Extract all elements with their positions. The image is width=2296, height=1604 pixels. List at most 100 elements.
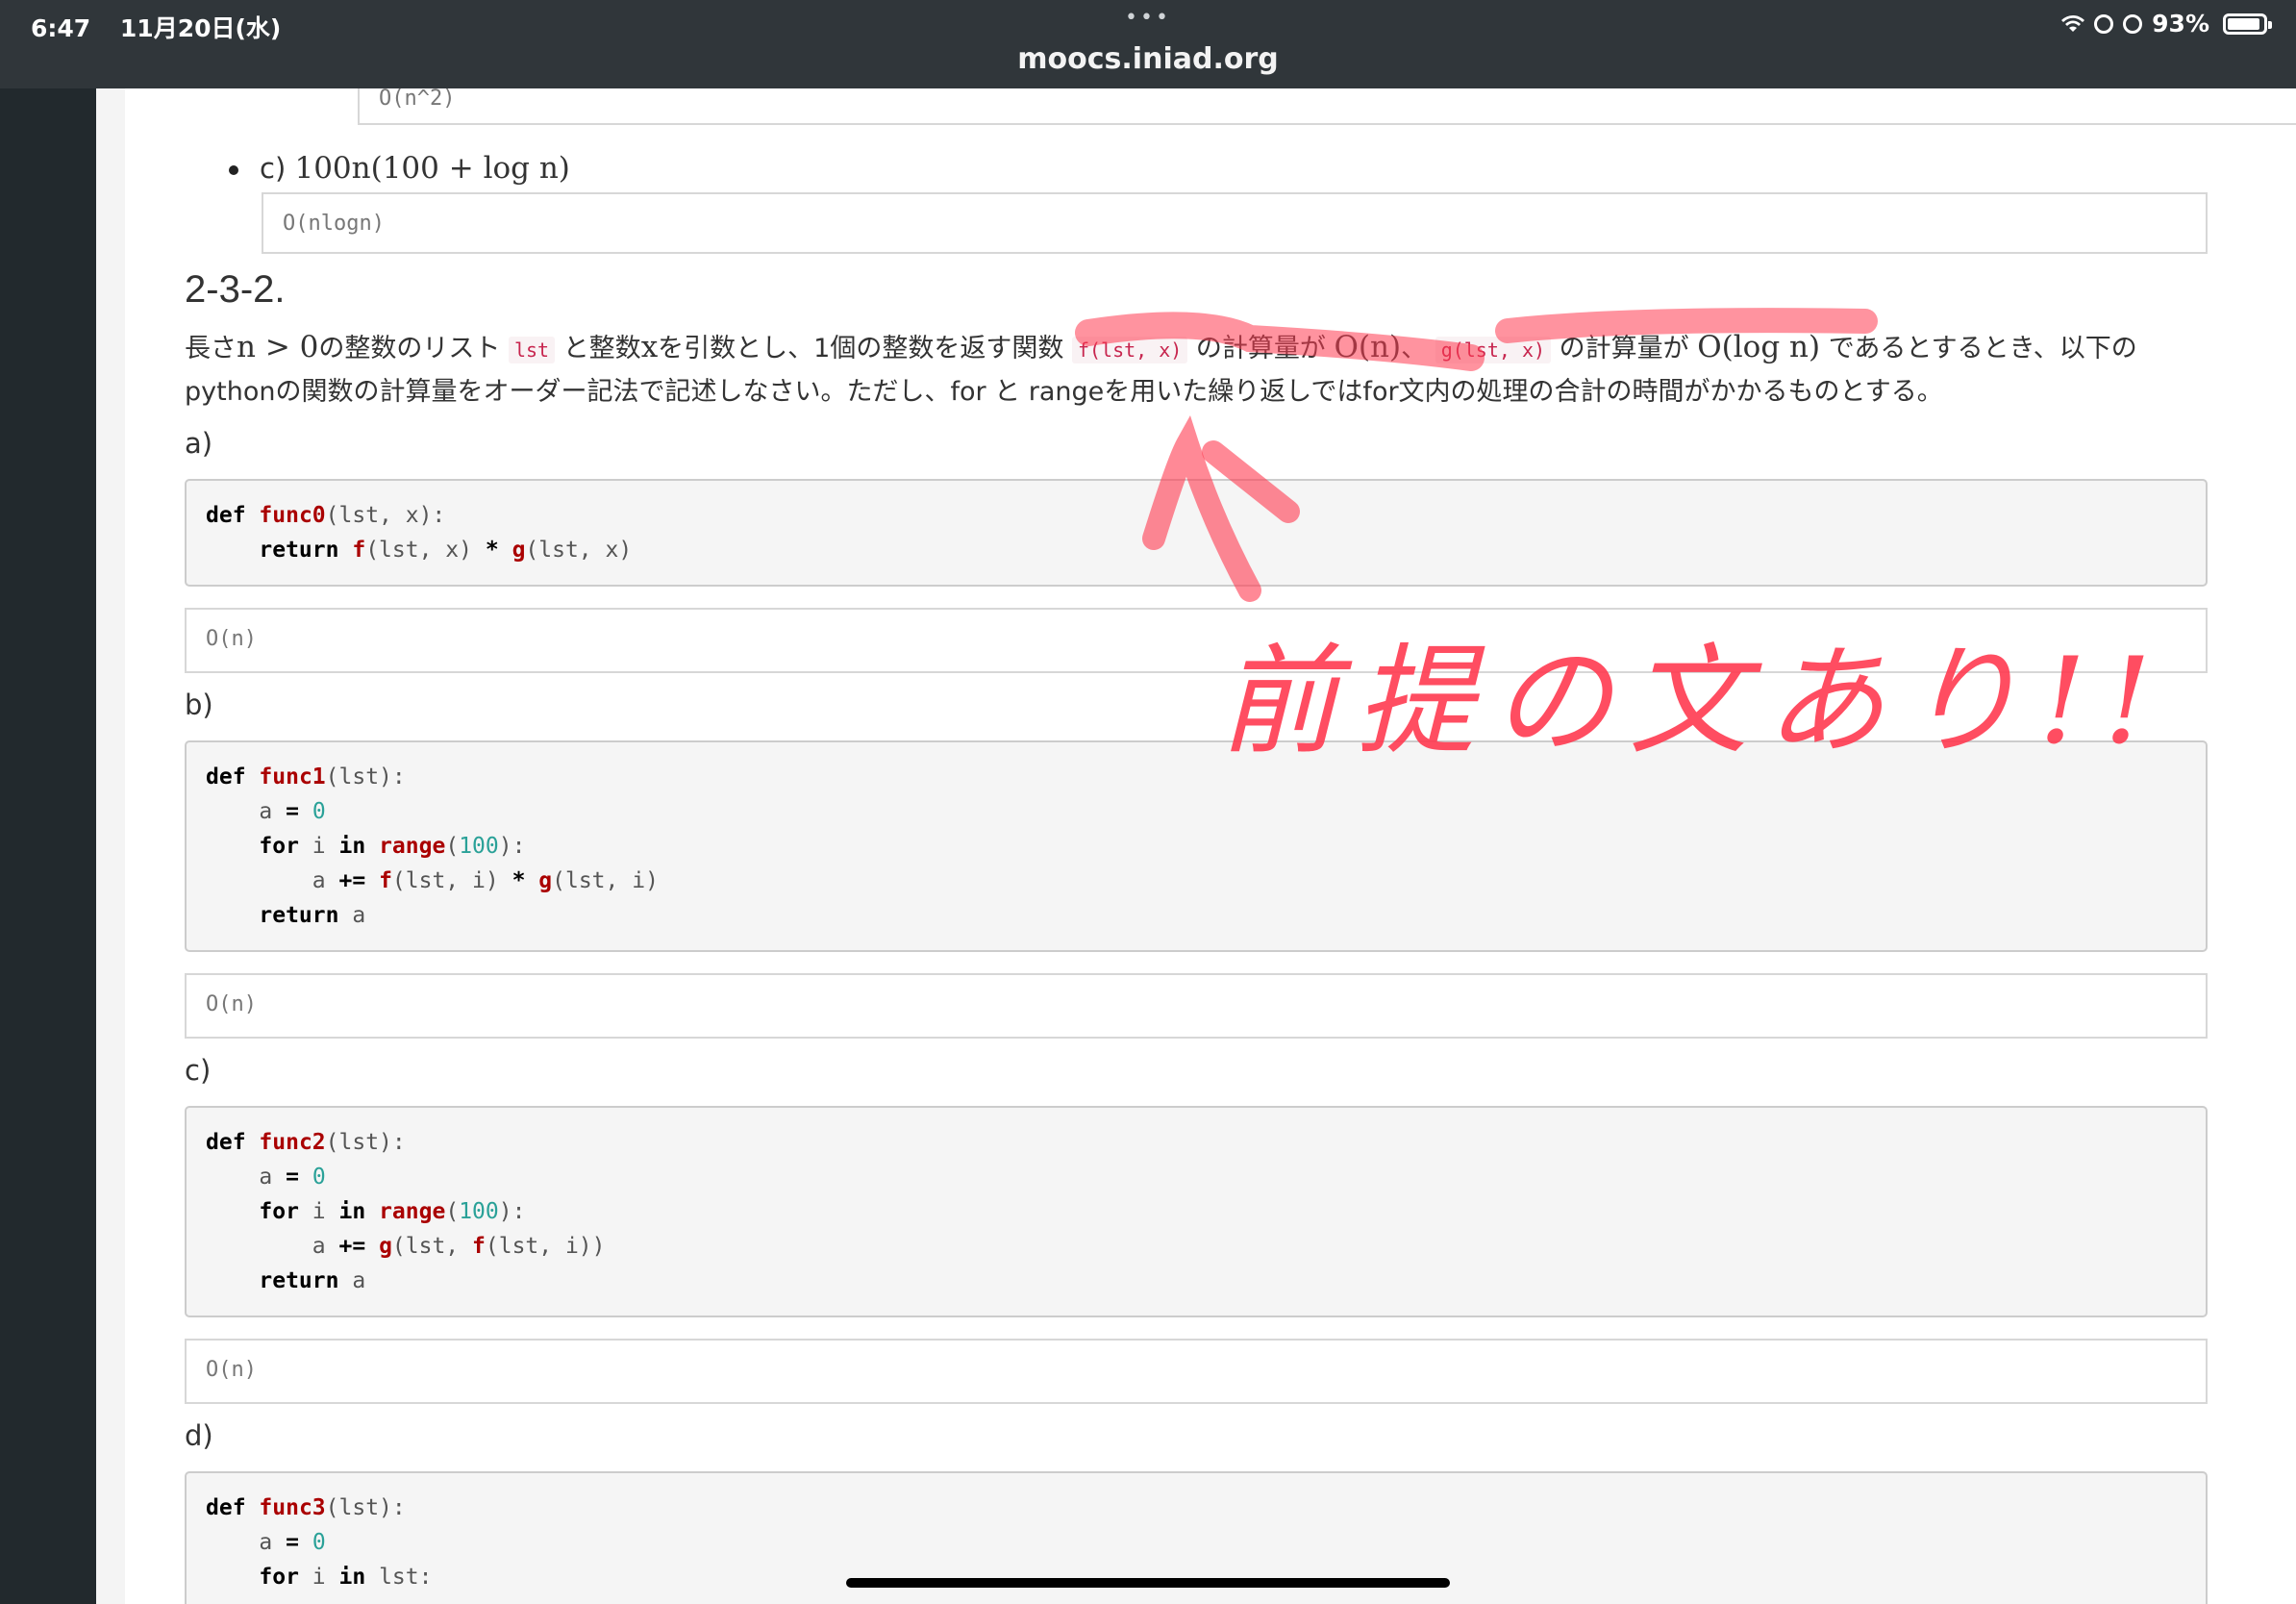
question-d-label: d) bbox=[185, 1419, 213, 1452]
battery-fill bbox=[2228, 17, 2259, 30]
orientation-lock-icon bbox=[2123, 13, 2143, 34]
battery-tip bbox=[2268, 20, 2272, 29]
bullet-dot bbox=[229, 165, 238, 175]
code-token: a bbox=[259, 799, 273, 824]
status-left: 6:47 11月20日(水) bbox=[31, 10, 302, 44]
answer-field-b[interactable]: O(n) bbox=[185, 973, 2208, 1039]
code-token: * bbox=[512, 868, 526, 893]
code-token: return bbox=[259, 1268, 339, 1293]
code-token: for bbox=[259, 1565, 299, 1590]
code-token: g bbox=[512, 538, 526, 563]
code-token: += bbox=[338, 868, 366, 893]
code-token: a bbox=[259, 1530, 273, 1555]
code-token: * bbox=[485, 538, 499, 563]
code-token: range bbox=[379, 1199, 446, 1224]
code-token: a bbox=[352, 903, 366, 928]
code-token: f bbox=[472, 1234, 486, 1259]
code-token: i bbox=[312, 1199, 326, 1224]
code-token: (lst, i)) bbox=[485, 1234, 606, 1259]
text-seg: の整数のリスト bbox=[318, 334, 501, 363]
question-a-label: a) bbox=[185, 427, 213, 460]
code-token: def bbox=[206, 1495, 246, 1520]
code-token: = bbox=[286, 799, 299, 824]
item-c-label: c) bbox=[260, 152, 287, 185]
code-token: f bbox=[352, 538, 366, 563]
code-token: in bbox=[338, 834, 366, 859]
math-seg: O(log n) bbox=[1697, 330, 1821, 364]
text-seg: 、 bbox=[1401, 334, 1428, 363]
code-token: func1 bbox=[259, 764, 326, 789]
math-seg: n > 0 bbox=[237, 330, 319, 364]
code-block-a: def func0(lst, x): return f(lst, x) * g(… bbox=[185, 479, 2208, 587]
answer-field-c2[interactable]: O(n) bbox=[185, 1339, 2208, 1404]
code-token: def bbox=[206, 503, 246, 528]
code-token: f bbox=[379, 868, 392, 893]
code-token: g bbox=[538, 868, 553, 893]
page-gutter bbox=[96, 88, 125, 1604]
code-token: (lst, x): bbox=[325, 503, 446, 528]
code-token: def bbox=[206, 764, 246, 789]
home-indicator[interactable] bbox=[846, 1578, 1450, 1588]
battery-percent: 93% bbox=[2152, 10, 2209, 38]
code-token: 100 bbox=[459, 834, 499, 859]
status-date: 11月20日(水) bbox=[119, 14, 282, 42]
code-token: for bbox=[259, 834, 299, 859]
inline-code-f: f(lst, x) bbox=[1071, 337, 1188, 363]
wifi-icon bbox=[2061, 14, 2085, 32]
question-c-label: c) bbox=[185, 1054, 212, 1087]
problem-statement: 長さn > 0の整数のリスト lst と整数xを引数とし、1個の整数を返す関数 … bbox=[185, 327, 2213, 413]
inline-code-lst: lst bbox=[508, 337, 556, 363]
inline-code-g: g(lst, x) bbox=[1435, 337, 1552, 363]
code-token: 0 bbox=[312, 799, 326, 824]
code-token: i bbox=[312, 834, 326, 859]
code-token: 0 bbox=[312, 1530, 326, 1555]
text-seg: 長さ bbox=[185, 334, 237, 363]
code-token: in bbox=[338, 1565, 366, 1590]
code-token: ( bbox=[445, 834, 460, 859]
status-time: 6:47 bbox=[31, 14, 91, 42]
code-token: func2 bbox=[259, 1130, 326, 1155]
math-seg: O(n) bbox=[1334, 330, 1402, 364]
code-token: += bbox=[338, 1234, 366, 1259]
battery-icon bbox=[2223, 13, 2272, 35]
code-token: return bbox=[259, 538, 339, 563]
code-token: ): bbox=[498, 1199, 526, 1224]
status-right: 93% bbox=[2061, 10, 2272, 38]
alarm-icon bbox=[2094, 13, 2114, 34]
multitasking-dots-icon[interactable]: ••• bbox=[1125, 6, 1171, 30]
code-token: for bbox=[259, 1199, 299, 1224]
code-token: 0 bbox=[312, 1165, 326, 1190]
code-token: (lst, x) bbox=[525, 538, 633, 563]
answer-field-c[interactable]: O(nlogn) bbox=[262, 192, 2208, 254]
code-token: ): bbox=[498, 834, 526, 859]
code-token: (lst): bbox=[325, 1495, 406, 1520]
code-token: func3 bbox=[259, 1495, 326, 1520]
code-token: a bbox=[312, 868, 326, 893]
code-token: func0 bbox=[259, 503, 326, 528]
code-token: (lst, bbox=[391, 1234, 473, 1259]
code-token: a bbox=[259, 1165, 273, 1190]
text-seg: と整数 bbox=[562, 334, 641, 363]
list-item-c: c) 100n(100 + log n) bbox=[229, 151, 570, 186]
code-token: a bbox=[352, 1268, 366, 1293]
text-seg: の計算量が bbox=[1195, 334, 1326, 363]
code-token: (lst, i) bbox=[391, 868, 499, 893]
question-b-label: b) bbox=[185, 689, 213, 721]
code-token: def bbox=[206, 1130, 246, 1155]
code-token: = bbox=[286, 1165, 299, 1190]
code-token: i bbox=[312, 1565, 326, 1590]
left-sidebar bbox=[0, 88, 96, 1604]
code-token: (lst, i) bbox=[552, 868, 659, 893]
code-token: = bbox=[286, 1530, 299, 1555]
code-token: g bbox=[379, 1234, 392, 1259]
page-content: O(n^2) c) 100n(100 + log n) O(nlogn) 2-3… bbox=[96, 88, 2296, 1604]
answer-field-prev[interactable]: O(n^2) bbox=[358, 88, 2296, 125]
code-token: 100 bbox=[459, 1199, 499, 1224]
code-token: lst: bbox=[379, 1565, 433, 1590]
code-token: (lst): bbox=[325, 764, 406, 789]
code-token: (lst): bbox=[325, 1130, 406, 1155]
code-token: return bbox=[259, 903, 339, 928]
code-token: (lst, x) bbox=[365, 538, 472, 563]
url-bar[interactable]: moocs.iniad.org bbox=[0, 42, 2296, 76]
browser-top-bar: 6:47 11月20日(水) ••• moocs.iniad.org 93% bbox=[0, 0, 2296, 88]
